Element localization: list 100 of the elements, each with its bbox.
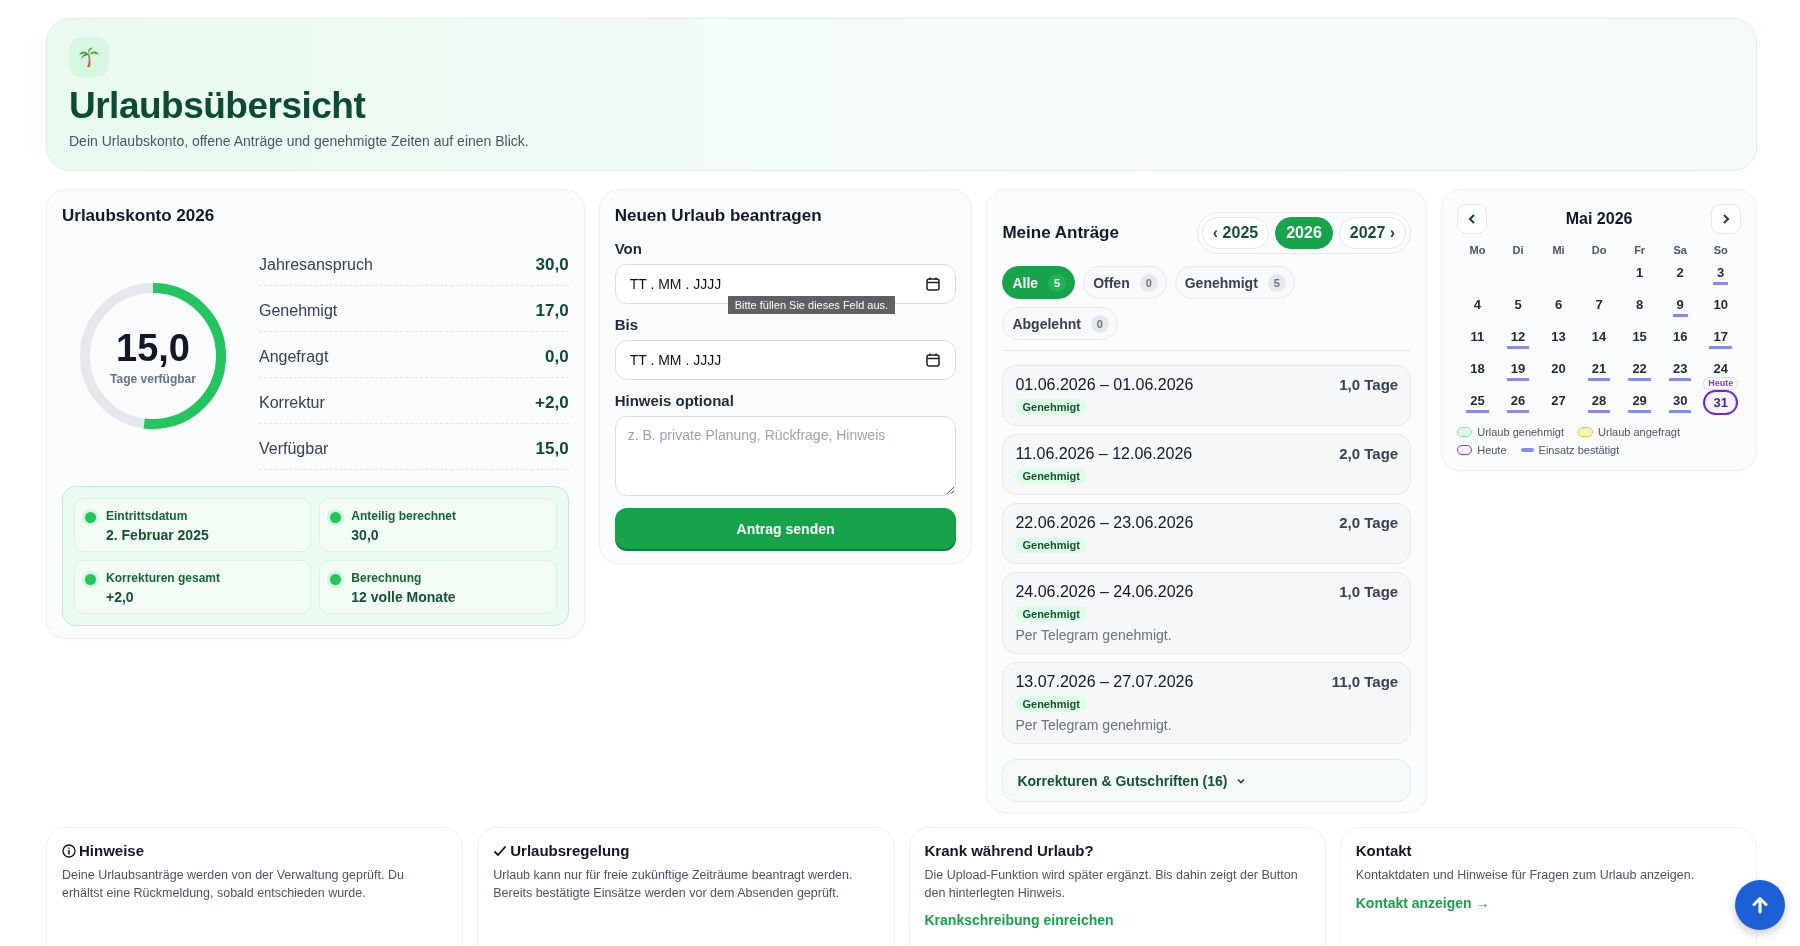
note-field[interactable]: z. B. private Planung, Rückfrage, Hinweis [614,416,957,496]
calendar-day[interactable]: 17 [1709,327,1732,349]
info-value: 12 volle Monate [351,589,456,605]
stat-value: 17,0 [535,300,569,321]
calendar-day[interactable]: 26 [1506,391,1530,413]
legend-label: Urlaub angefragt [1598,426,1680,438]
calendar-day[interactable]: 31 [1703,389,1738,415]
scroll-to-top-button[interactable] [1735,880,1785,930]
legend-label: Einsatz bestätigt [1538,444,1620,456]
date-range: 01.06.2026 – 01.06.2026 [1015,376,1194,394]
arrow-up-icon [1749,894,1771,916]
status-badge: Genehmigt [1015,606,1087,622]
check-icon [493,843,508,858]
stat-value: 30,0 [535,254,569,275]
stat-label: Genehmigt [259,301,338,320]
calendar-day[interactable]: 25 [1466,391,1489,413]
stat-value: 15,0 [535,438,569,459]
calendar-day[interactable]: 22 [1628,359,1651,381]
info-card-title: Hinweise [79,842,145,859]
calendar-day[interactable]: 30 [1668,391,1692,413]
stat-value: +2,0 [535,392,569,413]
info-card-title: Urlaubsregelung [510,842,630,859]
calendar-day[interactable]: 27 [1547,391,1570,413]
stat-value: 0,0 [545,346,569,367]
stat-label: Verfügbar [259,439,329,458]
calendar-day[interactable]: 15 [1628,327,1651,349]
today-badge: Heute [1703,377,1739,390]
calendar-day[interactable]: 9 [1672,295,1688,317]
calendar-day[interactable]: 20 [1547,359,1570,381]
info-value: 30,0 [351,527,380,543]
filter-chip[interactable]: Abgelehnt 0 [1002,307,1118,340]
info-icon [62,843,76,858]
status-badge: Genehmigt [1015,537,1087,553]
date-range: 22.06.2026 – 23.06.2026 [1015,514,1194,532]
year-button[interactable]: ‹ 2025 [1201,217,1270,249]
calendar-day[interactable]: 5 [1510,295,1526,317]
next-month-button[interactable] [1711,204,1741,234]
card-title: Meine Anträge [1002,223,1119,243]
filter-chip[interactable]: Offen 0 [1083,266,1167,299]
calendar-day[interactable]: 3 [1713,263,1729,285]
status-badge: Genehmigt [1015,468,1087,484]
field-label: Bis [614,316,639,333]
request-item[interactable]: 22.06.2026 – 23.06.2026 2,0 Tage Genehmigt [1002,503,1412,564]
card-title: Urlaubskonto 2026 [62,206,216,226]
calendar-day[interactable]: 2 [1672,263,1688,285]
calendar-day[interactable]: 4 [1469,295,1486,317]
legend-label: Urlaub genehmigt [1477,426,1565,438]
weekday-label: Do [1590,244,1608,256]
card-title: Neuen Urlaub beantragen [614,206,823,226]
weekday-label: Mi [1551,244,1566,256]
calendar-day[interactable]: 8 [1632,295,1648,317]
calendar-day[interactable]: 1 [1632,263,1648,285]
calendar-day[interactable]: 23 [1668,359,1692,381]
calendar-icon [925,352,942,368]
legend-swatch-icon [1457,445,1473,455]
request-item[interactable]: 24.06.2026 – 24.06.2026 1,0 Tage Genehmigt Per Telegram genehmigt. [1002,572,1412,654]
calendar-day[interactable]: 14 [1587,327,1611,349]
date-range: 13.07.2026 – 27.07.2026 [1015,673,1194,691]
status-dot-icon [330,574,342,585]
calendar-day[interactable]: 7 [1591,295,1607,317]
calendar-day[interactable]: 11 [1466,327,1489,349]
legend-swatch-icon [1520,448,1534,452]
calendar-day[interactable]: 10 [1709,295,1732,317]
days-count: 2,0 Tage [1339,445,1399,463]
weekday-label: Mo [1468,244,1487,256]
info-label: Eintrittsdatum [106,509,189,523]
weekday-label: Di [1511,244,1525,256]
calendar-day[interactable]: 13 [1547,327,1570,349]
request-item[interactable]: 11.06.2026 – 12.06.2026 2,0 Tage Genehmigt [1002,434,1412,495]
calendar-day[interactable]: 21 [1587,359,1611,381]
calendar-day[interactable]: 19 [1506,359,1530,381]
stat-label: Jahresanspruch [259,255,373,274]
year-button[interactable]: 2027 › [1338,217,1407,249]
calendar-day[interactable]: 16 [1668,327,1692,349]
calendar-day[interactable]: 18 [1466,359,1489,381]
status-dot-icon [330,512,342,523]
filter-chip[interactable]: Genehmigt 5 [1174,266,1295,299]
corrections-toggle[interactable]: Korrekturen & Gutschriften (16) [1002,759,1412,802]
info-card-text: Deine Urlaubsanträge werden von der Verwaltung geprüft. Du erhältst eine Rückmeldung, sobald entschieden wurde. [62,867,405,902]
date-field[interactable]: TT . MM . JJJJ [614,340,957,380]
weekday-label: So [1712,244,1729,256]
info-value: +2,0 [106,589,135,605]
calendar-day[interactable]: 6 [1550,295,1567,317]
info-value: 2. Februar 2025 [106,527,209,543]
request-item[interactable]: 01.06.2026 – 01.06.2026 1,0 Tage Genehmigt [1002,365,1412,426]
field-label: Hinweis optional [614,392,735,409]
status-dot-icon [85,512,96,523]
info-label: Anteilig berechnet [351,509,456,523]
calendar-day[interactable]: 12 [1506,327,1530,349]
info-card-text: Kontaktdaten und Hinweise für Fragen zum Urlaub anzeigen. [1355,867,1696,884]
legend-swatch-icon [1457,427,1473,437]
request-item[interactable]: 13.07.2026 – 27.07.2026 11,0 Tage Genehmigt Per Telegram genehmigt. [1002,662,1412,744]
calendar-icon [925,276,942,292]
available-days-label: Tage verfügbar [110,371,196,386]
previous-month-button[interactable] [1457,204,1488,234]
info-card-title: Krank während Urlaub? [924,842,1094,859]
date-range: 11.06.2026 – 12.06.2026 [1015,445,1193,463]
calendar-day[interactable]: 29 [1628,391,1651,413]
validation-tooltip: Bitte füllen Sie dieses Feld aus. [727,296,896,314]
calendar-day[interactable]: 28 [1587,391,1611,413]
